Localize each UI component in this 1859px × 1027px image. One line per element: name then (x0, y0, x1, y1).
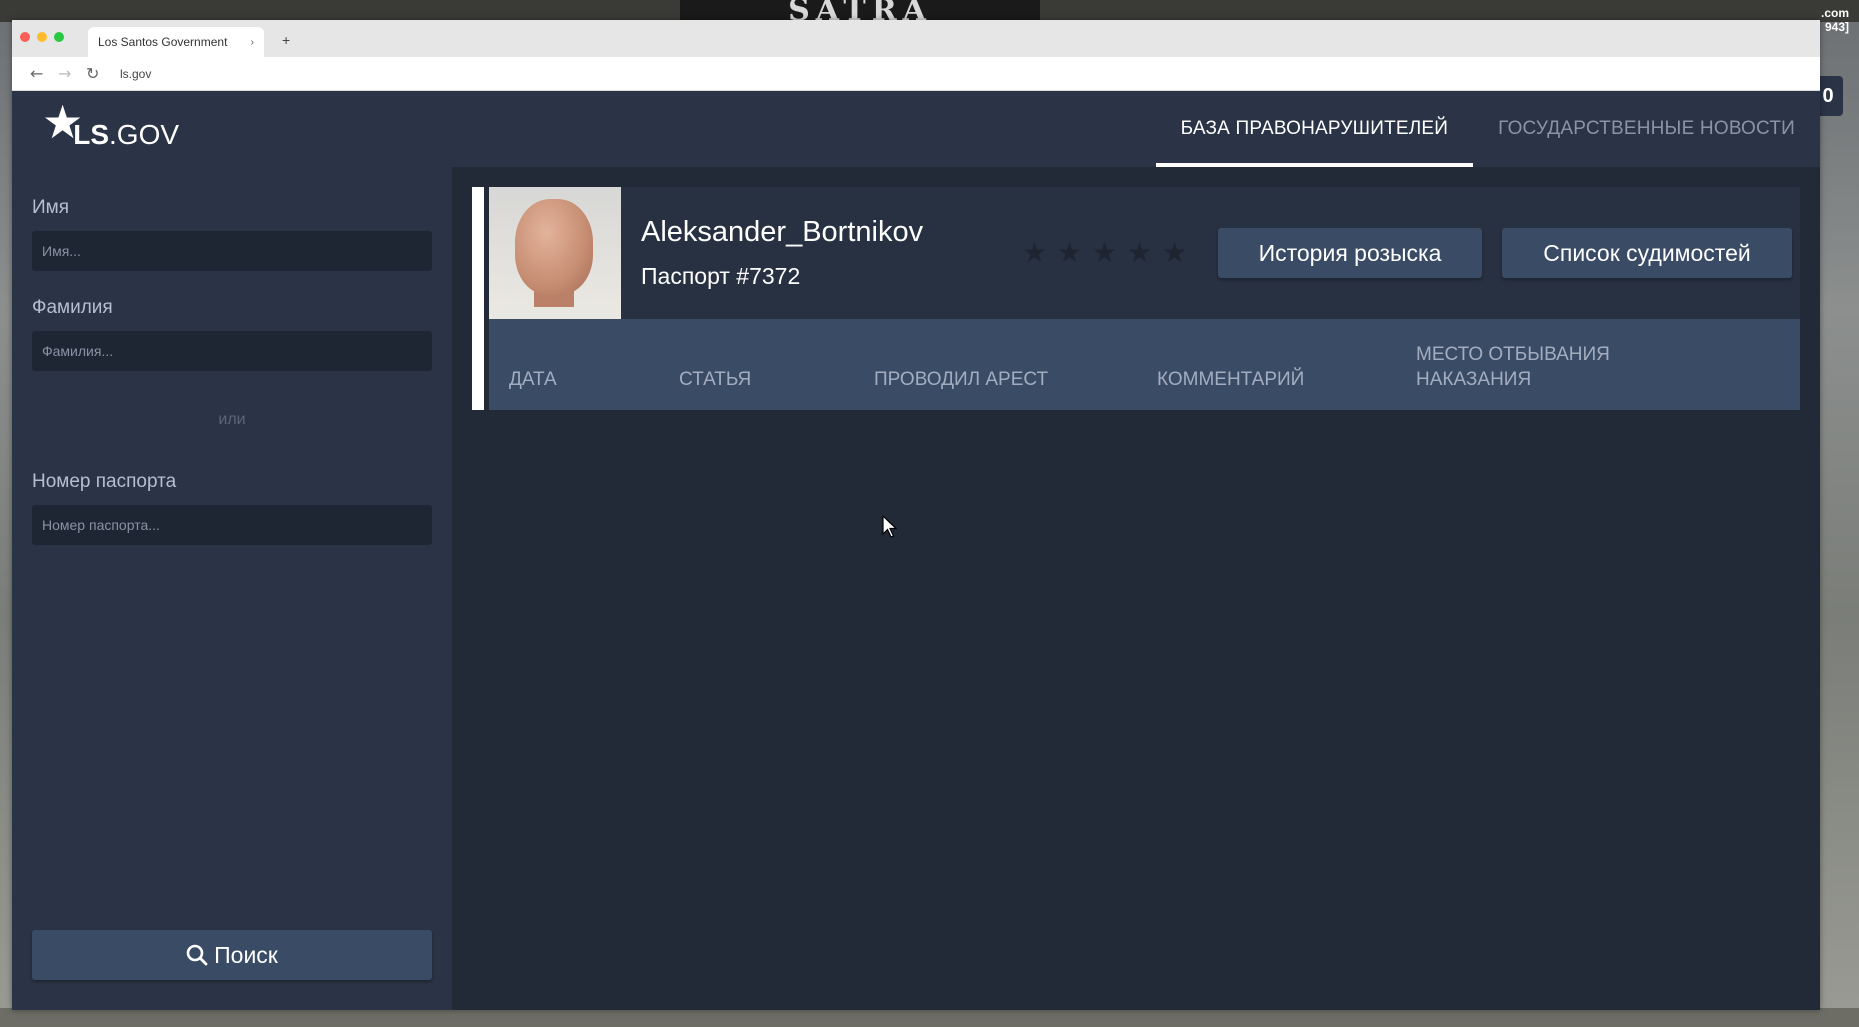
main-nav: БАЗА ПРАВОНАРУШИТЕЛЕЙ ГОСУДАРСТВЕННЫЕ НО… (1155, 91, 1820, 167)
hud-logo-text: .com (1820, 6, 1849, 20)
browser-tab-title: Los Santos Government (98, 35, 228, 49)
reload-icon[interactable]: ↻ (86, 64, 114, 83)
logo-gov: .GOV (109, 119, 180, 150)
avatar (489, 187, 621, 319)
surname-input[interactable] (32, 331, 432, 371)
or-divider: или (218, 411, 246, 428)
site: ★ LS.GOV БАЗА ПРАВОНАРУШИТЕЛЕЙ ГОСУДАРСТ… (12, 91, 1820, 1010)
maximize-window-button[interactable] (54, 31, 64, 42)
tab-arrow-icon[interactable]: › (251, 37, 254, 48)
convictions-list-button[interactable]: Список судимостей (1502, 228, 1792, 278)
column-header-place-of-punishment: МЕСТО ОТБЫВАНИЯ НАКАЗАНИЯ (1416, 344, 1610, 390)
star-icon: ★ (1021, 236, 1048, 269)
star-icon: ★ (1091, 236, 1118, 269)
search-button-label: Поиск (214, 941, 278, 968)
person-name: Aleksander_Bortnikov (641, 216, 924, 248)
main-content: Aleksander_Bortnikov Паспорт #7372 ★ ★ ★… (452, 167, 1820, 1010)
surname-label: Фамилия (32, 297, 113, 318)
column-header-arresting-officer: ПРОВОДИЛ АРЕСТ (874, 369, 1049, 390)
card-accent-bar (472, 187, 484, 410)
address-bar: ← → ↻ ls.gov (12, 57, 1820, 91)
back-icon[interactable]: ← (30, 64, 58, 83)
star-icon: ★ (1126, 236, 1153, 269)
passport-label: Номер паспорта (32, 471, 177, 492)
url-field[interactable]: ls.gov (120, 67, 151, 81)
passport-field-group: Номер паспорта (32, 471, 432, 545)
profile-info: Aleksander_Bortnikov Паспорт #7372 (641, 216, 1021, 290)
search-icon (186, 944, 208, 966)
column-header-date: ДАТА (509, 369, 557, 390)
profile-actions: История розыска Список судимостей (1218, 228, 1792, 278)
browser-window: Los Santos Government › + ← → ↻ ls.gov ★… (12, 20, 1820, 1010)
logo-text: LS.GOV (73, 119, 179, 151)
column-header-comment: КОММЕНТАРИЙ (1157, 369, 1305, 390)
star-icon: ★ (1161, 236, 1188, 269)
game-background-bottom (0, 1008, 1859, 1027)
profile-header: Aleksander_Bortnikov Паспорт #7372 ★ ★ ★… (489, 187, 1800, 319)
card-body: Aleksander_Bortnikov Паспорт #7372 ★ ★ ★… (489, 187, 1800, 410)
passport-number: Паспорт #7372 (641, 263, 801, 289)
name-label: Имя (32, 197, 70, 218)
close-window-button[interactable] (20, 31, 30, 42)
name-field-group: Имя (32, 197, 432, 271)
search-button[interactable]: Поиск (32, 930, 432, 980)
site-logo[interactable]: ★ LS.GOV (12, 91, 179, 167)
minimize-window-button[interactable] (37, 31, 47, 42)
wanted-level: ★ ★ ★ ★ ★ (1019, 239, 1190, 267)
new-tab-button[interactable]: + (282, 32, 290, 48)
tab-offenders-database[interactable]: БАЗА ПРАВОНАРУШИТЕЛЕЙ (1155, 91, 1474, 167)
tab-government-news[interactable]: ГОСУДАРСТВЕННЫЕ НОВОСТИ (1473, 91, 1820, 167)
star-icon: ★ (1056, 236, 1083, 269)
passport-input[interactable] (32, 505, 432, 545)
surname-field-group: Фамилия (32, 297, 432, 371)
logo-ls: LS (73, 119, 110, 150)
window-controls (20, 31, 64, 42)
game-sign: SATRA (680, 0, 1040, 22)
column-header-article: СТАТЬЯ (679, 369, 752, 390)
wanted-history-button[interactable]: История розыска (1218, 228, 1482, 278)
site-header: ★ LS.GOV БАЗА ПРАВОНАРУШИТЕЛЕЙ ГОСУДАРСТ… (12, 91, 1820, 167)
offender-card: Aleksander_Bortnikov Паспорт #7372 ★ ★ ★… (472, 187, 1800, 410)
search-sidebar: Имя Фамилия или Номер паспорта Поиск (12, 167, 452, 1010)
name-input[interactable] (32, 231, 432, 271)
browser-tab-bar: Los Santos Government › + (12, 20, 1820, 57)
forward-icon[interactable]: → (58, 64, 86, 83)
convictions-table-header: ДАТА СТАТЬЯ ПРОВОДИЛ АРЕСТ КОММЕНТАРИЙ М… (489, 319, 1800, 410)
browser-tab[interactable]: Los Santos Government › (88, 27, 264, 57)
